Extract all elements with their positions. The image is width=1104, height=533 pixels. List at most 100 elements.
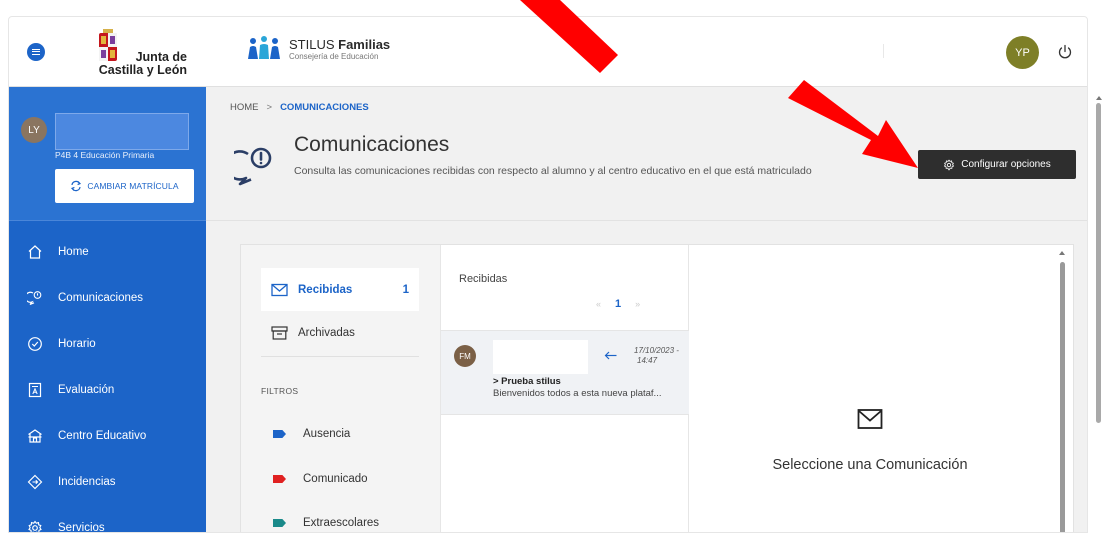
detail-scrollbar[interactable] <box>1060 262 1065 532</box>
folder-divider <box>261 356 419 357</box>
filter-ausencia[interactable]: Ausencia <box>273 428 350 440</box>
reply-icon <box>604 351 617 360</box>
sidebar-item-comunicaciones[interactable]: Comunicaciones <box>9 275 206 321</box>
archive-icon <box>271 325 288 340</box>
sidebar-item-label: Incidencias <box>58 476 116 488</box>
top-header: Junta de Castilla y León STILUS Familias… <box>9 17 1087 87</box>
tag-icon <box>273 475 286 483</box>
hamburger-menu-button[interactable] <box>27 43 45 61</box>
sidebar-item-centro-educativo[interactable]: Centro Educativo <box>9 413 206 459</box>
sender-avatar: FM <box>454 345 476 367</box>
student-card: LY P4B 4 Educación Primaria CAMBIAR MATR… <box>9 87 206 221</box>
scroll-up-arrow[interactable] <box>1059 251 1065 255</box>
folder-label: Recibidas <box>298 283 353 296</box>
breadcrumb: HOME > COMUNICACIONES <box>230 102 369 113</box>
pager-next[interactable]: » <box>635 299 640 309</box>
browser-page: Junta de Castilla y León STILUS Familias… <box>8 16 1088 533</box>
sidebar-nav: Home Comunicaciones Horario Evaluación C… <box>9 229 206 533</box>
filter-label: Comunicado <box>303 473 368 485</box>
app-name-prefix: STILUS <box>289 36 339 52</box>
page-title: Comunicaciones <box>294 133 450 156</box>
junta-logo-text: Junta de Castilla y León <box>95 51 187 77</box>
message-item[interactable]: FM 17/10/2023 - 14:47 > Prueba stilus Bi… <box>441 330 689 415</box>
app-subtitle: Consejería de Educación <box>289 51 379 61</box>
page-description: Consulta las comunicaciones recibidas co… <box>294 165 812 177</box>
messages-list: Recibidas « 1 » FM 17/10/2023 - 14:47 > … <box>441 245 689 532</box>
sidebar-item-label: Servicios <box>58 522 105 533</box>
sidebar-item-label: Horario <box>58 338 96 350</box>
sidebar-item-evaluacion[interactable]: Evaluación <box>9 367 206 413</box>
folder-archivadas[interactable]: Archivadas <box>261 311 419 354</box>
filters-title: FILTROS <box>261 386 299 396</box>
message-preview: Bienvenidos todos a esta nueva plataf... <box>493 388 662 399</box>
filter-comunicado[interactable]: Comunicado <box>273 473 368 485</box>
user-avatar[interactable]: YP <box>1006 36 1039 69</box>
filter-extraescolares[interactable]: Extraescolares <box>273 517 379 529</box>
folders-column: Recibidas 1 Archivadas FILTROS Ausencia … <box>241 245 441 532</box>
clock-icon <box>26 336 43 353</box>
tag-icon <box>273 519 286 527</box>
breadcrumb-current: COMUNICACIONES <box>280 102 369 113</box>
list-title: Recibidas <box>459 273 508 285</box>
grade-icon <box>26 382 43 399</box>
filter-label: Ausencia <box>303 428 351 440</box>
app-name: STILUS Familias <box>289 37 390 52</box>
empty-detail-text: Seleccione una Comunicación <box>772 457 968 473</box>
sidebar-item-incidencias[interactable]: Incidencias <box>9 459 206 505</box>
stilus-familias-logo[interactable]: STILUS Familias Consejería de Educación <box>245 35 390 63</box>
chat-icon <box>26 290 43 307</box>
folder-recibidas[interactable]: Recibidas 1 <box>261 268 419 311</box>
sidebar-item-home[interactable]: Home <box>9 229 206 275</box>
pager-current-page[interactable]: 1 <box>615 298 621 310</box>
change-enrollment-button[interactable]: CAMBIAR MATRÍCULA <box>55 169 194 203</box>
student-name-redacted <box>55 113 189 150</box>
filter-label: Extraescolares <box>303 517 380 529</box>
configure-options-label: Configurar opciones <box>961 159 1051 170</box>
envelope-icon <box>271 283 288 296</box>
home-icon <box>26 244 43 261</box>
logo-line-2: Castilla y León <box>98 63 187 77</box>
header-divider <box>883 44 884 58</box>
message-date-line1: 17/10/2023 - <box>634 346 679 355</box>
pagination: « 1 » <box>596 298 640 310</box>
sidebar: LY P4B 4 Educación Primaria CAMBIAR MATR… <box>9 87 206 533</box>
family-icon <box>248 36 280 59</box>
folder-label: Archivadas <box>298 326 355 339</box>
tag-icon <box>273 430 286 438</box>
message-subject: > Prueba stilus <box>493 376 561 387</box>
hamburger-icon <box>32 49 40 55</box>
communications-icon <box>234 147 272 186</box>
message-date-line2: 14:47 <box>637 356 658 365</box>
sidebar-item-horario[interactable]: Horario <box>9 321 206 367</box>
sidebar-item-label: Centro Educativo <box>58 430 147 442</box>
configure-options-button[interactable]: Configurar opciones <box>918 150 1076 179</box>
sidebar-item-label: Evaluación <box>58 384 115 396</box>
unread-count: 1 <box>402 283 409 296</box>
gear-icon <box>26 520 43 532</box>
main-content: HOME > COMUNICACIONES Comunicaciones Consu… <box>206 87 1087 532</box>
junta-castilla-leon-logo[interactable]: Junta de Castilla y León <box>95 27 187 79</box>
page-scroll-up-arrow[interactable] <box>1096 96 1102 100</box>
school-icon <box>26 428 43 445</box>
diamond-icon <box>26 474 43 491</box>
communications-panel: Recibidas 1 Archivadas FILTROS Ausencia … <box>240 244 1074 532</box>
student-course: P4B 4 Educación Primaria <box>55 150 155 160</box>
header-divider <box>206 220 1087 221</box>
student-avatar[interactable]: LY <box>21 117 47 143</box>
change-enrollment-label: CAMBIAR MATRÍCULA <box>87 181 179 191</box>
gear-icon <box>944 158 955 171</box>
envelope-icon <box>857 409 883 429</box>
sidebar-item-servicios[interactable]: Servicios <box>9 505 206 533</box>
sidebar-item-label: Comunicaciones <box>58 292 144 304</box>
breadcrumb-home[interactable]: HOME <box>230 102 259 113</box>
message-date: 17/10/2023 - 14:47 <box>634 346 679 366</box>
app-name-bold: Familias <box>338 36 391 52</box>
sender-name-redacted <box>493 340 588 374</box>
breadcrumb-separator: > <box>266 102 273 113</box>
pager-prev[interactable]: « <box>596 299 601 309</box>
message-detail: Seleccione una Comunicación <box>689 245 1073 532</box>
swap-icon <box>71 180 82 192</box>
power-icon[interactable] <box>1057 44 1073 60</box>
page-scrollbar[interactable] <box>1096 103 1101 423</box>
sidebar-item-label: Home <box>58 246 89 258</box>
